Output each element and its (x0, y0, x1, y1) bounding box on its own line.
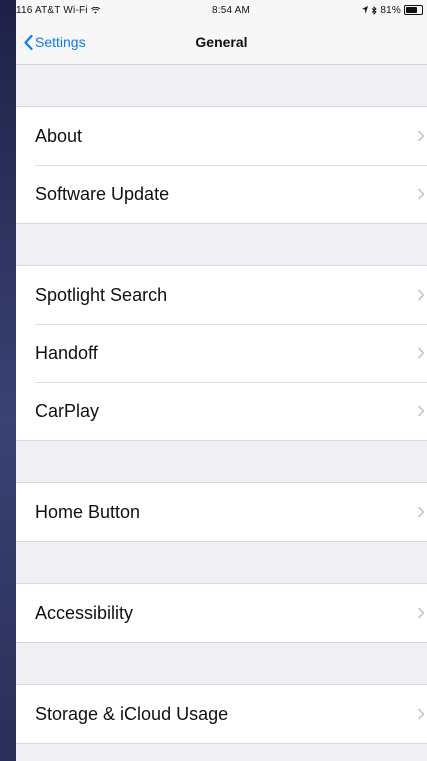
chevron-right-icon (417, 506, 425, 518)
row-label: About (35, 125, 83, 146)
row-label: Storage & iCloud Usage (35, 703, 229, 724)
chevron-right-icon (417, 607, 425, 619)
clock: 8:54 AM (211, 4, 251, 16)
row-handoff[interactable]: Handoff (16, 324, 427, 382)
battery-fill (405, 7, 417, 13)
row-accessibility[interactable]: Accessibility (16, 584, 427, 642)
chevron-right-icon (417, 405, 425, 417)
settings-group: Accessibility (16, 583, 427, 643)
bluetooth-icon (372, 5, 378, 15)
battery-icon (403, 5, 423, 15)
row-label: CarPlay (35, 400, 100, 421)
back-button[interactable]: Settings (24, 20, 86, 64)
battery-percent: 81% (380, 4, 401, 16)
row-about[interactable]: About (16, 107, 427, 165)
wifi-icon (90, 6, 100, 14)
settings-group: Spotlight Search Handoff CarPlay (16, 265, 427, 441)
row-label: Handoff (35, 342, 98, 363)
chevron-right-icon (417, 708, 425, 720)
row-label: Accessibility (35, 602, 134, 623)
chevron-left-icon (24, 34, 33, 50)
row-home-button[interactable]: Home Button (16, 483, 427, 541)
row-label: Spotlight Search (35, 284, 168, 305)
chevron-right-icon (417, 130, 425, 142)
back-label: Settings (35, 34, 86, 50)
settings-screen: 116 AT&T Wi-Fi 8:54 AM 81% Settings Gene… (16, 0, 427, 761)
row-label: Software Update (35, 183, 170, 204)
row-label: Home Button (35, 501, 141, 522)
status-bar: 116 AT&T Wi-Fi 8:54 AM 81% (16, 0, 427, 20)
row-spotlight-search[interactable]: Spotlight Search (16, 266, 427, 324)
settings-group: About Software Update (16, 106, 427, 224)
carrier-label: 116 AT&T Wi-Fi (16, 4, 88, 16)
chevron-right-icon (417, 289, 425, 301)
navigation-bar: Settings General (16, 20, 427, 65)
chevron-right-icon (417, 188, 425, 200)
row-carplay[interactable]: CarPlay (16, 382, 427, 440)
chevron-right-icon (417, 347, 425, 359)
status-left: 116 AT&T Wi-Fi (16, 5, 100, 16)
status-right: 81% (362, 5, 423, 16)
settings-group: Home Button (16, 482, 427, 542)
row-storage-icloud-usage[interactable]: Storage & iCloud Usage (16, 685, 427, 743)
location-arrow-icon (362, 6, 369, 14)
settings-group: Storage & iCloud Usage (16, 684, 427, 744)
row-software-update[interactable]: Software Update (16, 165, 427, 223)
